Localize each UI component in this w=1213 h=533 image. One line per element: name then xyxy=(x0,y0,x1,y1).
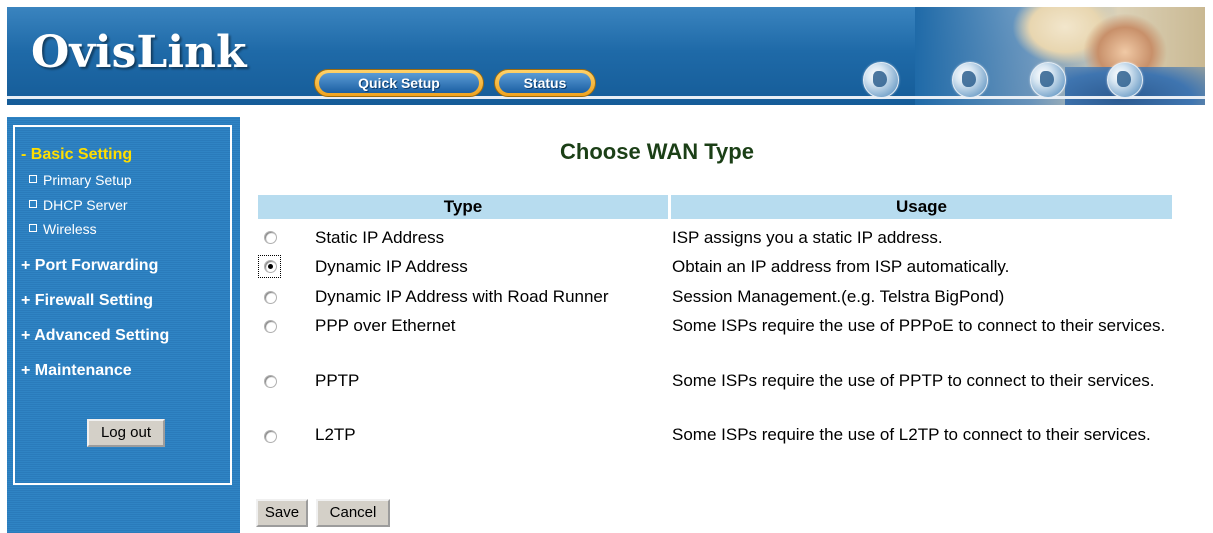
quick-setup-button[interactable]: Quick Setup xyxy=(314,69,484,97)
cancel-button[interactable]: Cancel xyxy=(316,499,390,527)
bullet-icon xyxy=(29,200,37,208)
status-label: Status xyxy=(499,73,591,93)
wan-usage-text: Some ISPs require the use of L2TP to con… xyxy=(672,425,1151,444)
globe-icon xyxy=(1030,62,1066,98)
menu-maintenance[interactable]: + Maintenance xyxy=(21,362,132,380)
save-button[interactable]: Save xyxy=(256,499,308,527)
radio-dynamic-ip[interactable] xyxy=(264,260,277,273)
sidebar: - Basic Setting Primary Setup DHCP Serve… xyxy=(7,117,240,533)
menu-item-primary-setup[interactable]: Primary Setup xyxy=(29,172,132,188)
header-banner: OvisLink Quick Setup Status xyxy=(7,7,1205,105)
wan-type-label: Dynamic IP Address with Road Runner xyxy=(315,287,609,306)
menu-firewall-setting[interactable]: + Firewall Setting xyxy=(21,292,153,310)
radio-pptp[interactable] xyxy=(264,375,277,388)
wan-type-label: L2TP xyxy=(315,425,356,444)
globe-icon xyxy=(952,62,988,98)
globe-icon xyxy=(863,62,899,98)
menu-item-label: DHCP Server xyxy=(43,197,128,213)
status-button[interactable]: Status xyxy=(494,69,596,97)
wan-usage-text: Some ISPs require the use of PPTP to con… xyxy=(672,371,1155,390)
globe-icon xyxy=(1107,62,1143,98)
page-title: Choose WAN Type xyxy=(560,139,754,164)
wan-usage-text: Obtain an IP address from ISP automatica… xyxy=(672,257,1010,276)
bullet-icon xyxy=(29,224,37,232)
wan-type-label: PPP over Ethernet xyxy=(315,316,456,335)
column-header-usage: Usage xyxy=(671,195,1172,219)
menu-item-label: Primary Setup xyxy=(43,172,132,188)
radio-static-ip[interactable] xyxy=(264,231,277,244)
header-divider xyxy=(7,96,1205,99)
menu-item-dhcp-server[interactable]: DHCP Server xyxy=(29,197,128,213)
wan-usage-text: Some ISPs require the use of PPPoE to co… xyxy=(672,316,1166,335)
wan-type-label: Dynamic IP Address xyxy=(315,257,468,276)
radio-road-runner[interactable] xyxy=(264,291,277,304)
radio-l2tp[interactable] xyxy=(264,430,277,443)
bullet-icon xyxy=(29,175,37,183)
ovislink-logo: OvisLink xyxy=(31,27,247,78)
wan-usage-text: ISP assigns you a static IP address. xyxy=(672,228,943,247)
menu-advanced-setting[interactable]: + Advanced Setting xyxy=(21,327,169,345)
wan-usage-text: Session Management.(e.g. Telstra BigPond… xyxy=(672,287,1005,306)
radio-pppoe[interactable] xyxy=(264,320,277,333)
wan-type-label: Static IP Address xyxy=(315,228,445,247)
menu-port-forwarding[interactable]: + Port Forwarding xyxy=(21,257,158,275)
column-header-type: Type xyxy=(258,195,668,219)
logout-button[interactable]: Log out xyxy=(87,419,165,447)
wan-type-label: PPTP xyxy=(315,371,360,390)
menu-item-wireless[interactable]: Wireless xyxy=(29,221,97,237)
menu-item-label: Wireless xyxy=(43,221,97,237)
quick-setup-label: Quick Setup xyxy=(319,73,479,93)
menu-basic-setting[interactable]: - Basic Setting xyxy=(21,146,132,164)
